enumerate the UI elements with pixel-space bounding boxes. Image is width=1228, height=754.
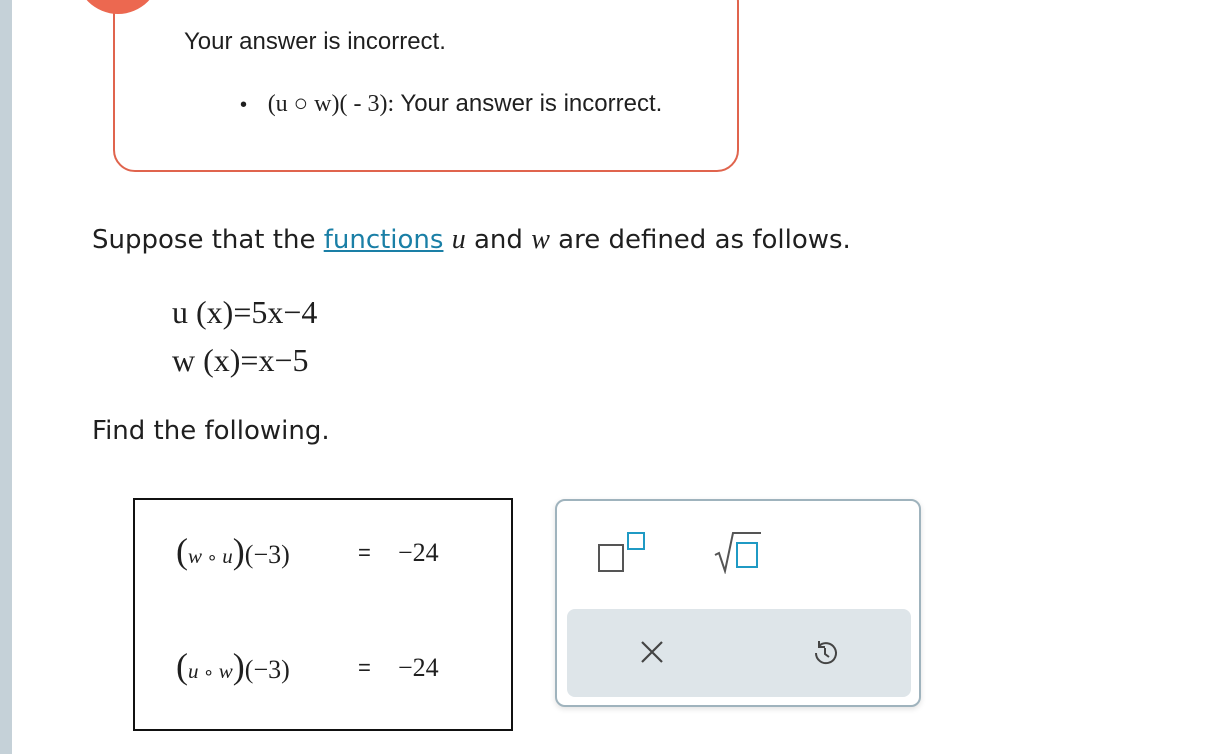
instruction: Find the following. [92,416,330,446]
var-w: w [531,224,550,255]
problem-text-and: and [465,225,532,255]
superscript-icon[interactable] [597,531,647,576]
feedback-title: Your answer is incorrect. [184,28,446,55]
feedback-panel [113,0,739,172]
equals-sign: = [358,655,371,680]
definition-w: w (x)=x−5 [172,342,309,378]
toolbox-action-bar [567,609,911,697]
left-rail [0,0,12,754]
undo-icon[interactable] [811,639,839,667]
answer-row-u-of-w: (u ∘ w)(−3) = −24 [176,645,439,687]
functions-link[interactable]: functions [324,225,444,255]
math-toolbox [555,499,921,707]
answer-row-w-of-u: (w ∘ u)(−3) = −24 [176,530,439,572]
var-u: u [451,224,466,255]
answer-input[interactable]: −24 [398,538,439,568]
bullet: • [240,94,248,116]
problem-statement: Suppose that the functions u and w are d… [92,224,851,256]
feedback-item: • (u ○ w)( - 3): Your answer is incorrec… [240,90,662,118]
answer-expression: (u ∘ w)(−3) [176,646,290,686]
problem-text: Suppose that the [92,225,324,255]
answer-expression: (w ∘ u)(−3) [176,531,290,571]
answer-input[interactable]: −24 [398,653,439,683]
close-icon[interactable] [639,639,665,665]
equals-sign: = [358,540,371,565]
definition-u: u (x)=5x−4 [172,294,318,330]
feedback-item-text: Your answer is incorrect. [400,90,663,117]
problem-text-end: are defined as follows. [549,225,851,255]
square-root-icon[interactable] [713,529,763,575]
feedback-item-math: (u ○ w)( - 3): [267,91,395,117]
